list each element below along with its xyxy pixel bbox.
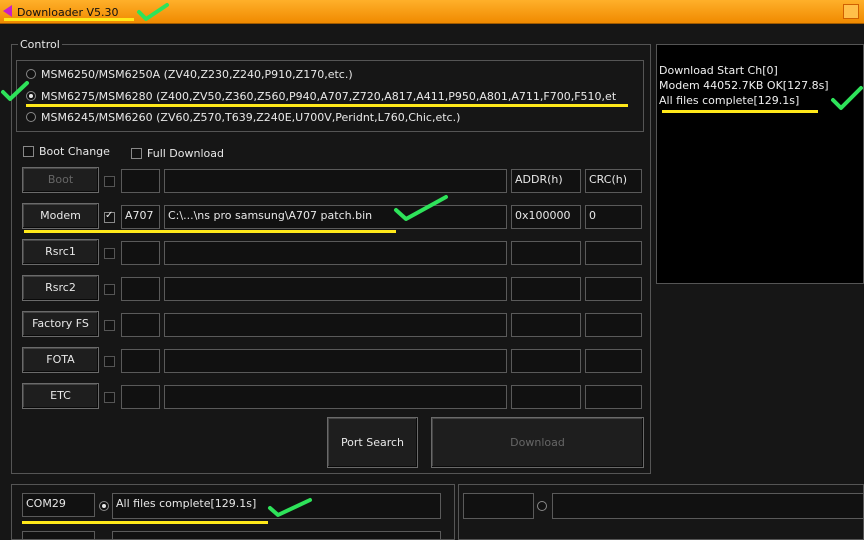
log-checkmark-icon [831, 86, 863, 110]
model-radio-6245[interactable] [26, 112, 36, 122]
fota-button[interactable]: FOTA [22, 347, 99, 373]
full-download-label: Full Download [147, 147, 224, 160]
etc-code-field[interactable] [121, 385, 160, 409]
modem-code-field[interactable]: A707 [121, 205, 160, 229]
fota-code-field[interactable] [121, 349, 160, 373]
title-checkmark-icon [137, 3, 169, 21]
modem-highlight-line [24, 230, 396, 233]
rsrc1-code-field[interactable] [121, 241, 160, 265]
status3-message-field [552, 493, 864, 519]
rsrc2-code-field[interactable] [121, 277, 160, 301]
control-legend: Control [18, 38, 62, 51]
model-radio-6250[interactable] [26, 69, 36, 79]
rsrc2-checkbox[interactable] [104, 284, 115, 295]
log-line: Download Start Ch[0] [659, 64, 778, 77]
boot-change-label: Boot Change [39, 145, 110, 158]
boot-path-field[interactable] [164, 169, 507, 193]
factory-fs-crc-field[interactable] [585, 313, 642, 337]
rsrc1-addr-field[interactable] [511, 241, 581, 265]
etc-checkbox[interactable] [104, 392, 115, 403]
fota-addr-field[interactable] [511, 349, 581, 373]
rsrc2-crc-field[interactable] [585, 277, 642, 301]
rsrc2-button[interactable]: Rsrc2 [22, 275, 99, 301]
factory-fs-code-field[interactable] [121, 313, 160, 337]
crc-header: CRC(h) [585, 169, 642, 193]
modem-crc-field[interactable]: 0 [585, 205, 642, 229]
fota-crc-field[interactable] [585, 349, 642, 373]
app-arrow-icon [3, 5, 12, 17]
rsrc1-button[interactable]: Rsrc1 [22, 239, 99, 265]
model-label-6250: MSM6250/MSM6250A (ZV40,Z230,Z240,P910,Z1… [41, 68, 353, 81]
modem-checkmark-icon [394, 195, 448, 221]
fota-checkbox[interactable] [104, 356, 115, 367]
port-field: COM29 [22, 493, 95, 517]
port-search-button[interactable]: Port Search [327, 417, 418, 468]
status-highlight-line [22, 521, 268, 524]
etc-crc-field[interactable] [585, 385, 642, 409]
title-highlight-line [4, 18, 134, 21]
model-checkmark-icon [1, 81, 29, 101]
modem-path-field[interactable]: C:\...\ns pro samsung\A707 patch.bin [164, 205, 507, 229]
model-label-6275: MSM6275/MSM6280 (Z400,ZV50,Z360,Z560,P94… [41, 90, 617, 103]
etc-path-field[interactable] [164, 385, 507, 409]
status-checkmark-icon [268, 498, 312, 517]
factory-fs-checkbox[interactable] [104, 320, 115, 331]
boot-checkbox[interactable] [104, 176, 115, 187]
factory-fs-button[interactable]: Factory FS [22, 311, 99, 337]
log-highlight-line [662, 110, 818, 113]
port3-field [463, 493, 534, 519]
full-download-checkbox[interactable] [131, 148, 142, 159]
factory-fs-addr-field[interactable] [511, 313, 581, 337]
etc-button[interactable]: ETC [22, 383, 99, 409]
boot-button[interactable]: Boot [22, 167, 99, 193]
rsrc1-path-field[interactable] [164, 241, 507, 265]
modem-checkbox[interactable] [104, 210, 115, 223]
fota-path-field[interactable] [164, 349, 507, 373]
download-button[interactable]: Download [431, 417, 644, 468]
port-radio[interactable] [99, 501, 109, 511]
boot-change-checkbox[interactable] [23, 146, 34, 157]
modem-button[interactable]: Modem [22, 203, 99, 229]
model-highlight-line [26, 104, 628, 107]
rsrc1-crc-field[interactable] [585, 241, 642, 265]
etc-addr-field[interactable] [511, 385, 581, 409]
rsrc1-checkbox[interactable] [104, 248, 115, 259]
port3-radio[interactable] [537, 501, 547, 511]
port2-field [22, 531, 95, 540]
close-button[interactable] [843, 4, 859, 19]
modem-addr-field[interactable]: 0x100000 [511, 205, 581, 229]
model-label-6245: MSM6245/MSM6260 (ZV60,Z570,T639,Z240E,U7… [41, 111, 461, 124]
addr-header: ADDR(h) [511, 169, 581, 193]
factory-fs-path-field[interactable] [164, 313, 507, 337]
boot-code-field[interactable] [121, 169, 160, 193]
log-panel: Download Start Ch[0] Modem 44052.7KB OK[… [656, 44, 864, 284]
rsrc2-path-field[interactable] [164, 277, 507, 301]
status2-message-field [112, 531, 441, 540]
rsrc2-addr-field[interactable] [511, 277, 581, 301]
